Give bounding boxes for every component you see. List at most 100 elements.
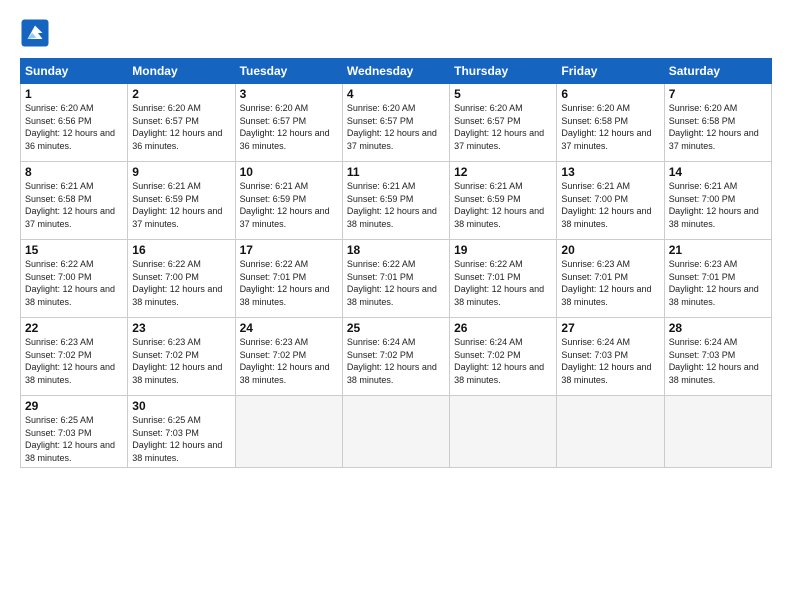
day-number: 11 <box>347 165 445 179</box>
cell-info: Sunrise: 6:23 AMSunset: 7:01 PMDaylight:… <box>561 259 651 307</box>
cell-info: Sunrise: 6:20 AMSunset: 6:58 PMDaylight:… <box>561 103 651 151</box>
calendar-cell: 24 Sunrise: 6:23 AMSunset: 7:02 PMDayligh… <box>235 318 342 396</box>
calendar-cell: 12 Sunrise: 6:21 AMSunset: 6:59 PMDayligh… <box>450 162 557 240</box>
calendar-cell: 17 Sunrise: 6:22 AMSunset: 7:01 PMDayligh… <box>235 240 342 318</box>
day-number: 15 <box>25 243 123 257</box>
cell-info: Sunrise: 6:21 AMSunset: 7:00 PMDaylight:… <box>561 181 651 229</box>
cell-info: Sunrise: 6:25 AMSunset: 7:03 PMDaylight:… <box>132 415 222 463</box>
calendar-cell: 13 Sunrise: 6:21 AMSunset: 7:00 PMDayligh… <box>557 162 664 240</box>
day-number: 21 <box>669 243 767 257</box>
week-row-5: 29 Sunrise: 6:25 AMSunset: 7:03 PMDayligh… <box>21 396 772 468</box>
calendar-table: SundayMondayTuesdayWednesdayThursdayFrid… <box>20 58 772 468</box>
calendar-cell: 5 Sunrise: 6:20 AMSunset: 6:57 PMDaylight… <box>450 84 557 162</box>
calendar-cell: 16Sunrise: 6:22 AMSunset: 7:00 PMDayligh… <box>128 240 235 318</box>
calendar-cell: 28Sunrise: 6:24 AMSunset: 7:03 PMDayligh… <box>664 318 771 396</box>
day-number: 29 <box>25 399 123 413</box>
cell-info: Sunrise: 6:20 AMSunset: 6:57 PMDaylight:… <box>347 103 437 151</box>
cell-info: Sunrise: 6:22 AMSunset: 7:00 PMDaylight:… <box>25 259 115 307</box>
day-number: 26 <box>454 321 552 335</box>
cell-info: Sunrise: 6:22 AMSunset: 7:01 PMDaylight:… <box>347 259 437 307</box>
cell-info: Sunrise: 6:22 AMSunset: 7:01 PMDaylight:… <box>240 259 330 307</box>
calendar-cell: 25 Sunrise: 6:24 AMSunset: 7:02 PMDayligh… <box>342 318 449 396</box>
calendar-cell: 27 Sunrise: 6:24 AMSunset: 7:03 PMDayligh… <box>557 318 664 396</box>
day-number: 17 <box>240 243 338 257</box>
cell-info: Sunrise: 6:21 AMSunset: 6:59 PMDaylight:… <box>347 181 437 229</box>
day-number: 5 <box>454 87 552 101</box>
cell-info: Sunrise: 6:21 AMSunset: 6:59 PMDaylight:… <box>132 181 222 229</box>
cell-info: Sunrise: 6:21 AMSunset: 6:59 PMDaylight:… <box>454 181 544 229</box>
cell-info: Sunrise: 6:23 AMSunset: 7:02 PMDaylight:… <box>132 337 222 385</box>
week-row-2: 8 Sunrise: 6:21 AMSunset: 6:58 PMDaylight… <box>21 162 772 240</box>
day-number: 8 <box>25 165 123 179</box>
cell-info: Sunrise: 6:23 AMSunset: 7:02 PMDaylight:… <box>25 337 115 385</box>
day-number: 24 <box>240 321 338 335</box>
week-row-4: 22 Sunrise: 6:23 AMSunset: 7:02 PMDayligh… <box>21 318 772 396</box>
day-number: 20 <box>561 243 659 257</box>
page: SundayMondayTuesdayWednesdayThursdayFrid… <box>0 0 792 612</box>
calendar-cell <box>664 396 771 468</box>
calendar-cell: 1 Sunrise: 6:20 AMSunset: 6:56 PMDaylight… <box>21 84 128 162</box>
day-number: 9 <box>132 165 230 179</box>
calendar-cell: 4 Sunrise: 6:20 AMSunset: 6:57 PMDaylight… <box>342 84 449 162</box>
cell-info: Sunrise: 6:20 AMSunset: 6:57 PMDaylight:… <box>240 103 330 151</box>
calendar-cell: 19 Sunrise: 6:22 AMSunset: 7:01 PMDayligh… <box>450 240 557 318</box>
col-header-tuesday: Tuesday <box>235 59 342 84</box>
cell-info: Sunrise: 6:21 AMSunset: 6:58 PMDaylight:… <box>25 181 115 229</box>
cell-info: Sunrise: 6:24 AMSunset: 7:02 PMDaylight:… <box>347 337 437 385</box>
day-number: 10 <box>240 165 338 179</box>
day-number: 3 <box>240 87 338 101</box>
calendar-cell <box>557 396 664 468</box>
calendar-cell <box>342 396 449 468</box>
logo <box>20 18 54 48</box>
cell-info: Sunrise: 6:22 AMSunset: 7:01 PMDaylight:… <box>454 259 544 307</box>
col-header-friday: Friday <box>557 59 664 84</box>
day-number: 7 <box>669 87 767 101</box>
cell-info: Sunrise: 6:24 AMSunset: 7:03 PMDaylight:… <box>561 337 651 385</box>
header-row: SundayMondayTuesdayWednesdayThursdayFrid… <box>21 59 772 84</box>
col-header-saturday: Saturday <box>664 59 771 84</box>
cell-info: Sunrise: 6:20 AMSunset: 6:56 PMDaylight:… <box>25 103 115 151</box>
day-number: 16 <box>132 243 230 257</box>
day-number: 22 <box>25 321 123 335</box>
calendar-cell: 23 Sunrise: 6:23 AMSunset: 7:02 PMDayligh… <box>128 318 235 396</box>
day-number: 30 <box>132 399 230 413</box>
day-number: 27 <box>561 321 659 335</box>
calendar-cell: 26 Sunrise: 6:24 AMSunset: 7:02 PMDayligh… <box>450 318 557 396</box>
day-number: 19 <box>454 243 552 257</box>
calendar-cell: 29 Sunrise: 6:25 AMSunset: 7:03 PMDayligh… <box>21 396 128 468</box>
col-header-wednesday: Wednesday <box>342 59 449 84</box>
calendar-cell: 8 Sunrise: 6:21 AMSunset: 6:58 PMDaylight… <box>21 162 128 240</box>
day-number: 12 <box>454 165 552 179</box>
day-number: 1 <box>25 87 123 101</box>
day-number: 4 <box>347 87 445 101</box>
calendar-cell: 15 Sunrise: 6:22 AMSunset: 7:00 PMDayligh… <box>21 240 128 318</box>
logo-icon <box>20 18 50 48</box>
header <box>20 18 772 48</box>
cell-info: Sunrise: 6:23 AMSunset: 7:01 PMDaylight:… <box>669 259 759 307</box>
cell-info: Sunrise: 6:24 AMSunset: 7:03 PMDaylight:… <box>669 337 759 385</box>
day-number: 13 <box>561 165 659 179</box>
cell-info: Sunrise: 6:25 AMSunset: 7:03 PMDaylight:… <box>25 415 115 463</box>
cell-info: Sunrise: 6:20 AMSunset: 6:57 PMDaylight:… <box>454 103 544 151</box>
week-row-1: 1 Sunrise: 6:20 AMSunset: 6:56 PMDaylight… <box>21 84 772 162</box>
calendar-cell: 6Sunrise: 6:20 AMSunset: 6:58 PMDaylight… <box>557 84 664 162</box>
cell-info: Sunrise: 6:23 AMSunset: 7:02 PMDaylight:… <box>240 337 330 385</box>
calendar-cell: 14Sunrise: 6:21 AMSunset: 7:00 PMDayligh… <box>664 162 771 240</box>
day-number: 2 <box>132 87 230 101</box>
calendar-cell: 18Sunrise: 6:22 AMSunset: 7:01 PMDayligh… <box>342 240 449 318</box>
calendar-cell <box>235 396 342 468</box>
day-number: 14 <box>669 165 767 179</box>
calendar-cell: 22 Sunrise: 6:23 AMSunset: 7:02 PMDayligh… <box>21 318 128 396</box>
calendar-cell: 7Sunrise: 6:20 AMSunset: 6:58 PMDaylight… <box>664 84 771 162</box>
col-header-thursday: Thursday <box>450 59 557 84</box>
cell-info: Sunrise: 6:20 AMSunset: 6:57 PMDaylight:… <box>132 103 222 151</box>
calendar-cell <box>450 396 557 468</box>
calendar-cell: 21 Sunrise: 6:23 AMSunset: 7:01 PMDayligh… <box>664 240 771 318</box>
calendar-cell: 2 Sunrise: 6:20 AMSunset: 6:57 PMDaylight… <box>128 84 235 162</box>
calendar-cell: 10Sunrise: 6:21 AMSunset: 6:59 PMDayligh… <box>235 162 342 240</box>
day-number: 25 <box>347 321 445 335</box>
week-row-3: 15 Sunrise: 6:22 AMSunset: 7:00 PMDayligh… <box>21 240 772 318</box>
calendar-cell: 11 Sunrise: 6:21 AMSunset: 6:59 PMDayligh… <box>342 162 449 240</box>
day-number: 23 <box>132 321 230 335</box>
cell-info: Sunrise: 6:24 AMSunset: 7:02 PMDaylight:… <box>454 337 544 385</box>
